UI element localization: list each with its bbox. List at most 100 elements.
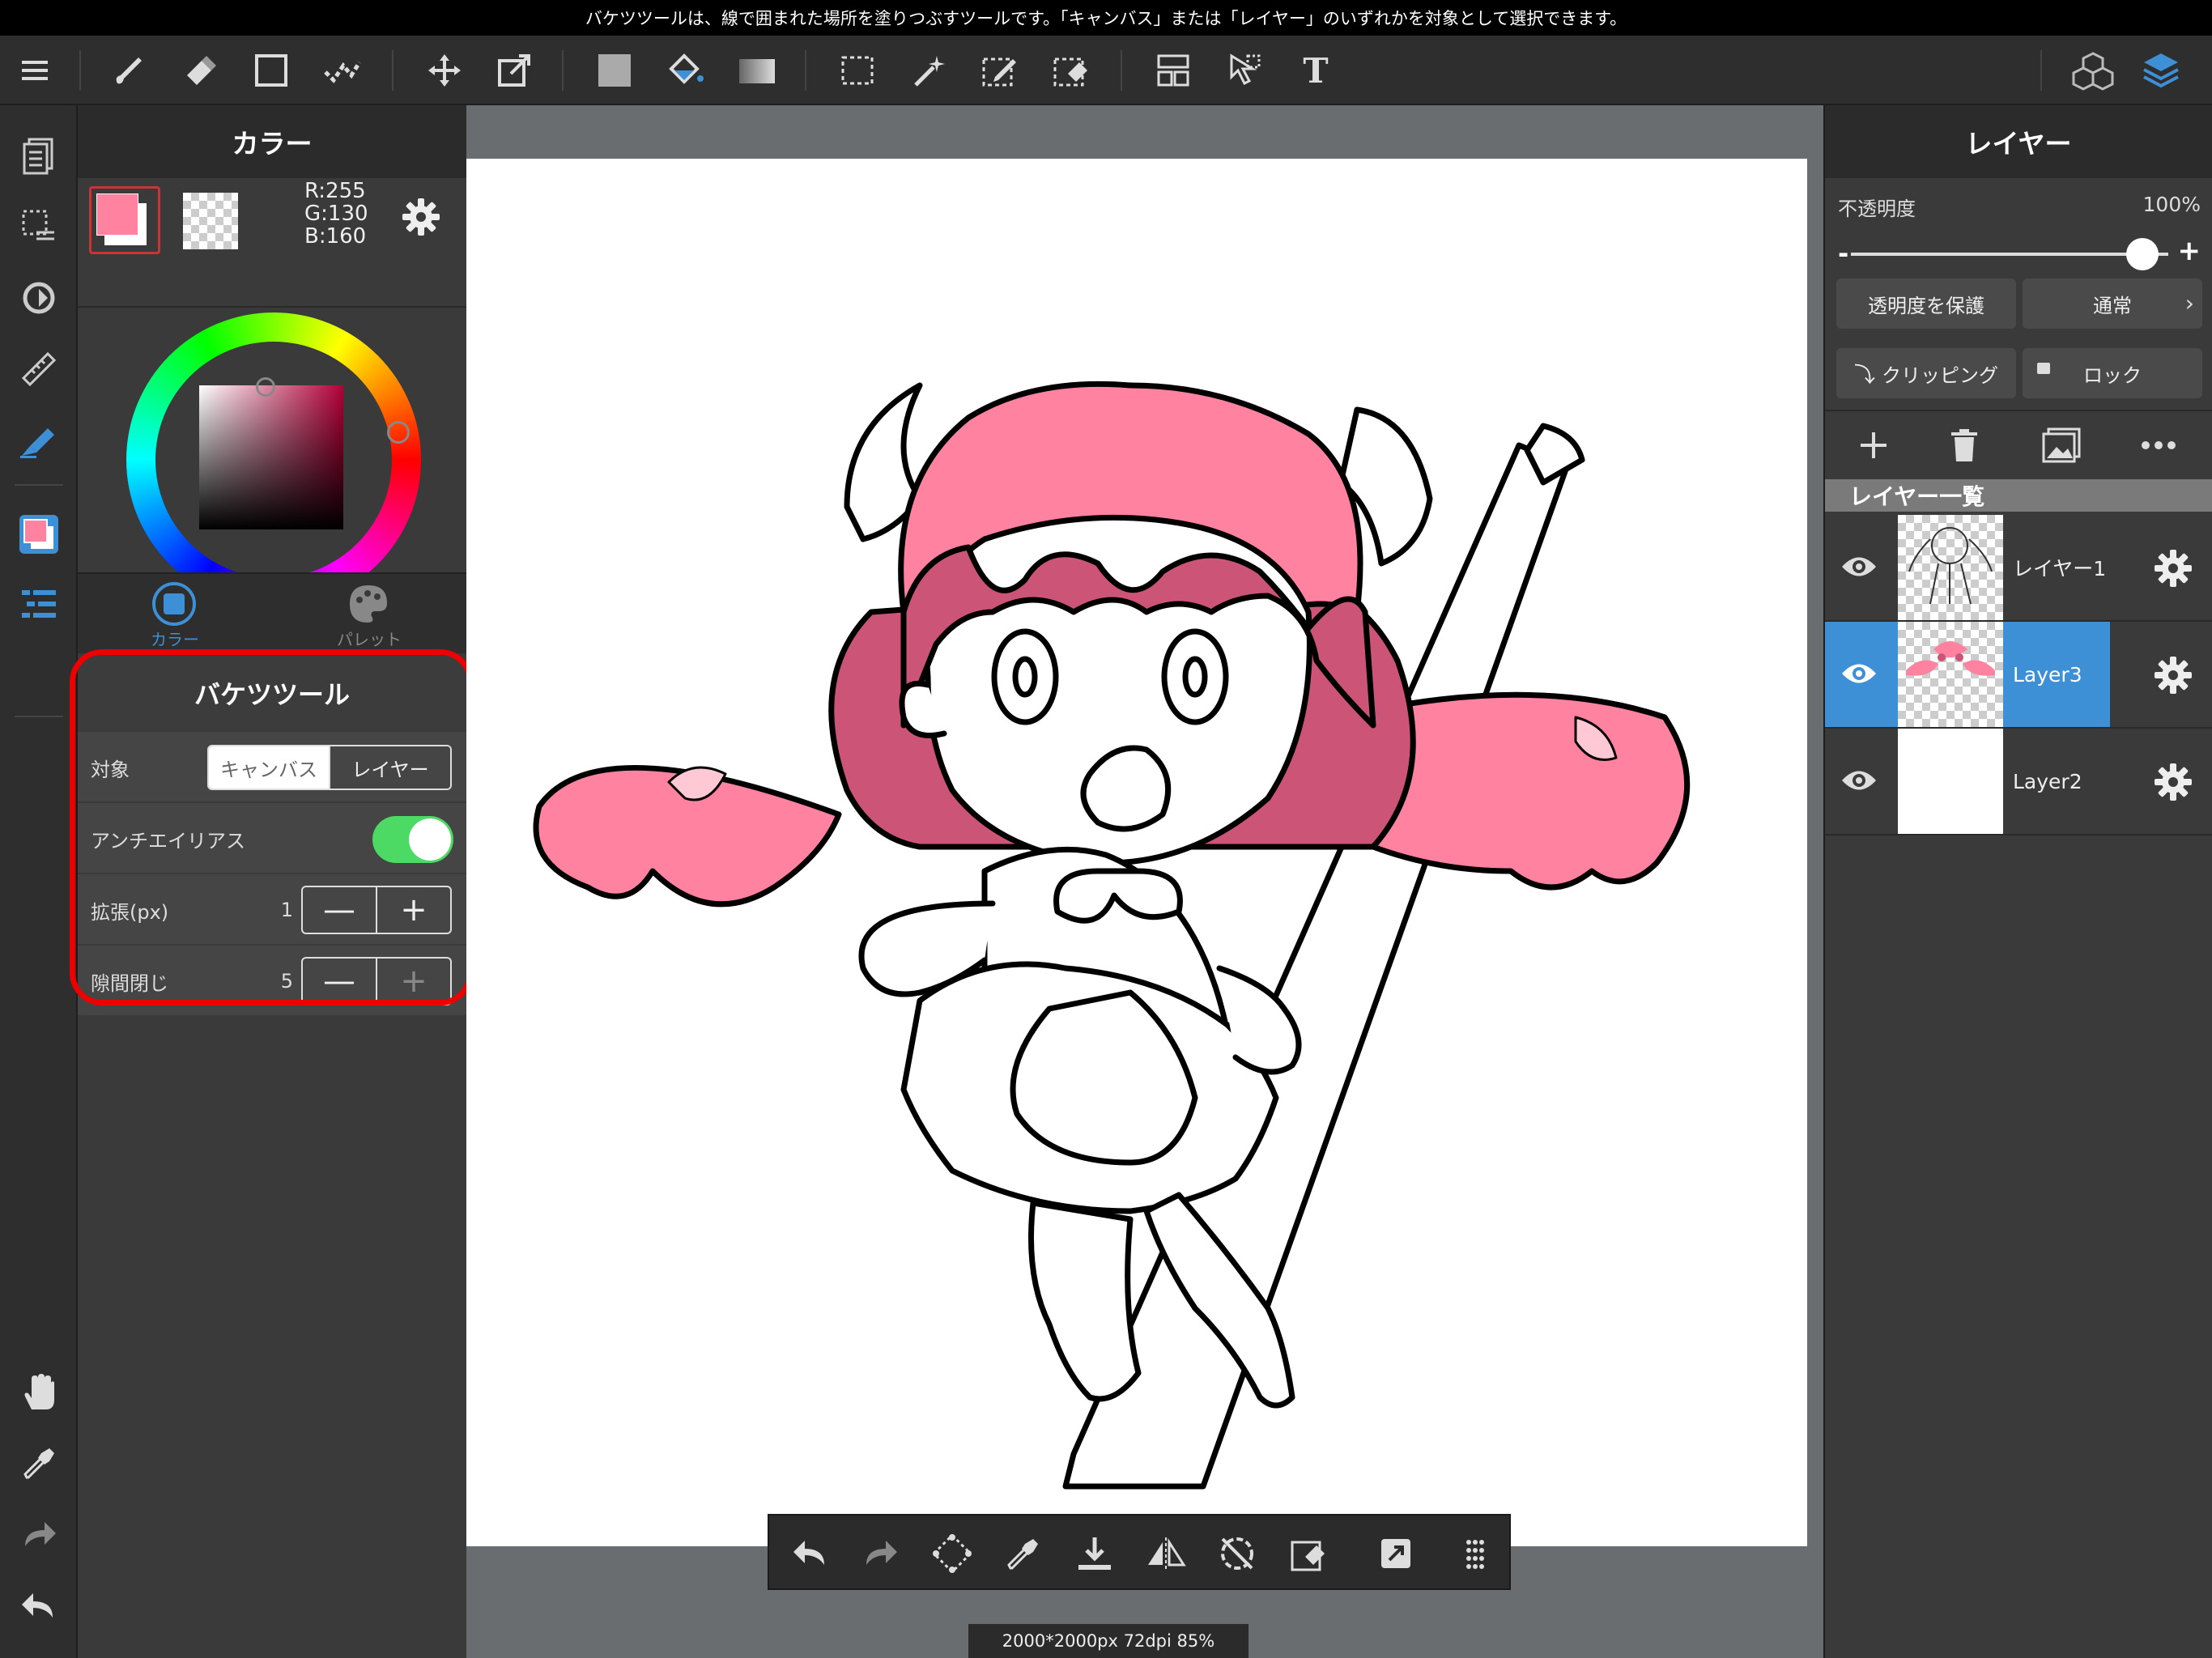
- color-circle-icon: [152, 582, 196, 626]
- clipping-icon: ⤵: [1853, 363, 1875, 388]
- visibility-eye-icon[interactable]: [1835, 542, 1883, 591]
- opacity-plus-button[interactable]: +: [2178, 235, 2201, 267]
- undo-icon[interactable]: [15, 1582, 63, 1630]
- blend-mode-button[interactable]: 通常 ›: [2023, 278, 2202, 329]
- opacity-slider[interactable]: - +: [1838, 235, 2201, 270]
- delete-layer-icon[interactable]: [1940, 421, 1989, 470]
- gap-plus-button[interactable]: +: [376, 959, 450, 1004]
- opacity-minus-button[interactable]: -: [1838, 238, 1848, 269]
- brush-icon[interactable]: [105, 47, 152, 94]
- opacity-slider-knob[interactable]: [2126, 238, 2159, 270]
- ruler-icon[interactable]: [15, 345, 63, 393]
- antialias-toggle[interactable]: [372, 816, 453, 863]
- tab-color-label: カラー: [151, 630, 199, 649]
- character-artwork: [533, 380, 1691, 1490]
- more-options-icon[interactable]: [2134, 421, 2183, 470]
- gap-minus-button[interactable]: —: [303, 959, 376, 1004]
- color-settings-gear-icon[interactable]: [398, 194, 444, 240]
- saturation-value-square[interactable]: [199, 385, 343, 529]
- rgb-r: R:255: [304, 179, 366, 203]
- color-icon[interactable]: [15, 510, 63, 559]
- tab-palette-label: パレット: [337, 630, 402, 649]
- hand-icon[interactable]: [15, 1368, 63, 1417]
- divide-icon[interactable]: [1150, 47, 1197, 94]
- qb-grip-icon[interactable]: [1451, 1529, 1499, 1578]
- layer-actions-bar: [1825, 410, 2212, 478]
- visibility-eye-icon[interactable]: [1835, 649, 1883, 698]
- select-pen-icon[interactable]: [976, 47, 1023, 94]
- layer-list-icon[interactable]: [15, 581, 63, 630]
- target-row: 対象 キャンバス レイヤー: [78, 730, 466, 801]
- layers-icon[interactable]: [2138, 47, 2184, 94]
- layer-image-icon[interactable]: [2037, 421, 2086, 470]
- text-icon[interactable]: T: [1292, 47, 1339, 94]
- lock-button[interactable]: ロック: [2023, 348, 2202, 398]
- drawing-canvas[interactable]: [466, 159, 1807, 1546]
- qb-redo-icon[interactable]: [857, 1529, 905, 1578]
- layer-name: Layer3: [2013, 662, 2082, 687]
- operation-icon[interactable]: [1221, 47, 1268, 94]
- qb-rotate-reset-icon[interactable]: [1213, 1529, 1261, 1578]
- layer-settings-gear-icon[interactable]: [2149, 544, 2197, 593]
- selection-icon[interactable]: [15, 202, 63, 251]
- secondary-color-swatch[interactable]: [183, 193, 238, 249]
- layer-settings-gear-icon[interactable]: [2149, 758, 2197, 806]
- clipping-label: クリッピング: [1882, 363, 1998, 387]
- 3d-icon[interactable]: [2069, 47, 2116, 94]
- protect-alpha-button[interactable]: 透明度を保護: [1836, 278, 2016, 329]
- canvas-area[interactable]: [466, 105, 1823, 1658]
- swatch-row: R:255 G:130 B:160: [78, 178, 466, 308]
- qb-save-icon[interactable]: [1070, 1529, 1119, 1578]
- target-label: 対象: [91, 758, 130, 781]
- eraser-icon[interactable]: [177, 47, 223, 94]
- rgb-readout: R:255 G:130 B:160: [304, 180, 368, 248]
- rotate-icon[interactable]: [15, 274, 63, 322]
- gap-close-row: 隙間閉じ 5 — +: [78, 944, 466, 1015]
- opacity-label: 不透明度: [1838, 198, 1916, 220]
- qb-eraser-select-icon[interactable]: [1284, 1529, 1333, 1578]
- layer-row[interactable]: Layer3: [1825, 622, 2212, 729]
- eyedropper-icon[interactable]: [15, 1439, 63, 1488]
- redo-icon[interactable]: [15, 1511, 63, 1559]
- primary-color-swatch[interactable]: [89, 186, 160, 254]
- bucket-icon[interactable]: [662, 47, 709, 94]
- expand-stepper: — +: [301, 886, 452, 934]
- dot-icon[interactable]: [319, 47, 366, 94]
- tab-color[interactable]: カラー: [78, 574, 272, 655]
- visibility-eye-icon[interactable]: [1835, 756, 1883, 805]
- gradient-icon[interactable]: [734, 47, 781, 94]
- target-layer-option[interactable]: レイヤー: [329, 746, 450, 789]
- select-icon[interactable]: [834, 47, 881, 94]
- expand-minus-button[interactable]: —: [303, 887, 376, 933]
- sv-picker-handle[interactable]: [256, 377, 275, 397]
- hue-picker-handle[interactable]: [387, 421, 410, 444]
- transform-icon[interactable]: [491, 47, 538, 94]
- rgb-b: B:160: [304, 224, 367, 249]
- layer-row[interactable]: Layer2: [1825, 729, 2212, 835]
- select-eraser-icon[interactable]: [1048, 47, 1095, 94]
- target-canvas-option[interactable]: キャンバス: [209, 746, 329, 789]
- layer-thumbnail: [1898, 622, 2003, 727]
- qb-undo-icon[interactable]: [785, 1529, 834, 1578]
- quick-access-bar: [768, 1514, 1511, 1590]
- qb-share-icon[interactable]: [1372, 1529, 1420, 1578]
- layer-settings-gear-icon[interactable]: [2149, 651, 2197, 699]
- qb-transform-icon[interactable]: [928, 1529, 976, 1578]
- top-toolbar: T: [0, 36, 2212, 105]
- qb-eyedropper-icon[interactable]: [999, 1529, 1048, 1578]
- fill-color-icon[interactable]: [591, 47, 638, 94]
- tab-palette[interactable]: パレット: [272, 574, 466, 655]
- magic-wand-icon[interactable]: [905, 47, 952, 94]
- layer-row[interactable]: レイヤー1: [1825, 515, 2212, 622]
- add-layer-icon[interactable]: [1849, 421, 1898, 470]
- clipping-button[interactable]: ⤵ クリッピング: [1836, 348, 2016, 398]
- rectangle-icon[interactable]: [248, 47, 295, 94]
- qb-flip-icon[interactable]: [1142, 1529, 1190, 1578]
- expand-plus-button[interactable]: +: [376, 887, 450, 933]
- page-icon[interactable]: [15, 131, 63, 180]
- hint-bar: バケツツールは、線で囲まれた場所を塗りつぶすツールです。「キャンバス」または「レ…: [0, 0, 2212, 36]
- hint-text: バケツツールは、線で囲まれた場所を塗りつぶすツールです。「キャンバス」または「レ…: [585, 9, 1627, 28]
- menu-icon[interactable]: [11, 47, 58, 94]
- move-icon[interactable]: [421, 47, 468, 94]
- edit-icon[interactable]: [15, 416, 63, 465]
